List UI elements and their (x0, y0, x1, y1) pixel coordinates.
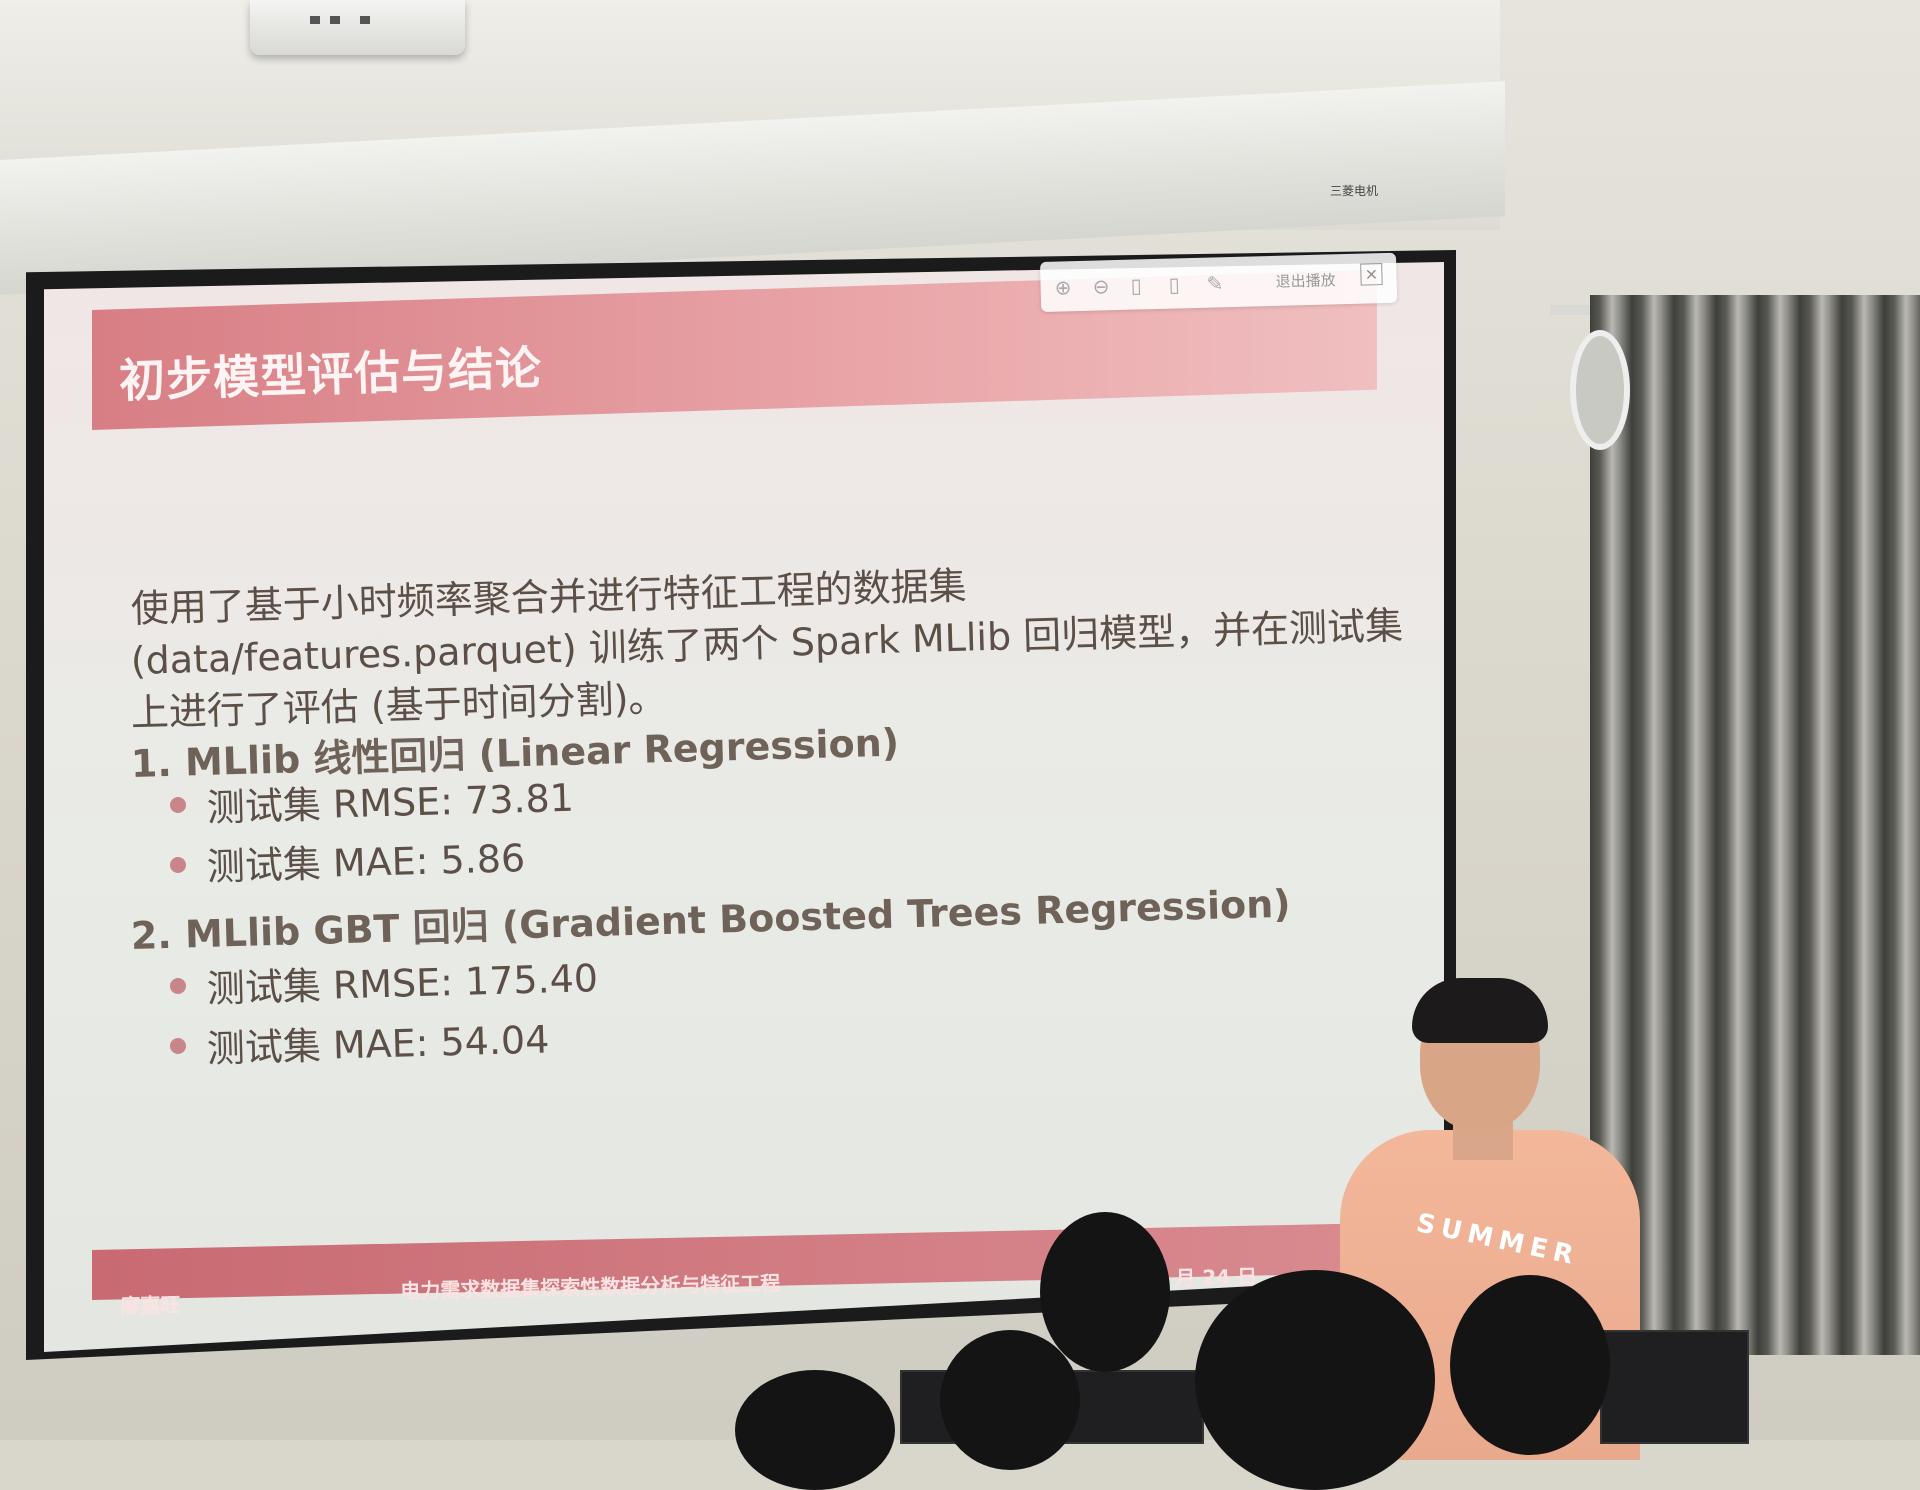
zoom-in-icon[interactable]: ⊕ (1054, 275, 1071, 299)
audience-head (1040, 1212, 1170, 1372)
bullet-marker (170, 978, 186, 994)
projector (250, 0, 465, 55)
page-next-icon[interactable]: ▯ (1168, 272, 1180, 296)
projector-port (330, 16, 340, 24)
bullet-marker (170, 797, 186, 813)
audience-head (735, 1370, 895, 1490)
bullet-marker (170, 857, 186, 873)
slide-title: 初步模型评估与结论 (118, 340, 543, 408)
audience-head (1450, 1275, 1610, 1455)
zoom-out-icon[interactable]: ⊖ (1092, 274, 1109, 298)
audience-head (940, 1330, 1080, 1470)
footer-author: 廖嘉旺 (120, 1292, 181, 1318)
exit-presentation-button[interactable]: 退出播放 (1275, 269, 1336, 292)
projector-port (310, 16, 320, 24)
projector-port (360, 16, 370, 24)
presentation-toolbar[interactable]: ⊕ ⊖ ▯ ▯ ✎ 退出播放 × (1040, 252, 1398, 312)
desk-monitor (1600, 1330, 1749, 1444)
presenter-hair (1412, 978, 1548, 1043)
curtain-tieback (1570, 330, 1630, 450)
footer-date: 月 24 日 (1175, 1264, 1258, 1290)
metric-linear-rmse: 测试集 RMSE: 73.81 (206, 775, 575, 830)
screen-brand-label: 三菱电机 (1330, 184, 1379, 198)
pen-icon[interactable]: ✎ (1206, 271, 1223, 295)
metric-gbt-rmse: 测试集 RMSE: 175.40 (206, 956, 599, 1011)
audience-head (1195, 1270, 1435, 1490)
page-prev-icon[interactable]: ▯ (1130, 273, 1142, 297)
bullet-marker (170, 1038, 186, 1054)
close-icon[interactable]: × (1360, 263, 1383, 286)
metric-gbt-mae: 测试集 MAE: 54.04 (206, 1017, 550, 1071)
metric-linear-mae: 测试集 MAE: 5.86 (206, 836, 526, 889)
window-curtain (1590, 295, 1920, 1355)
